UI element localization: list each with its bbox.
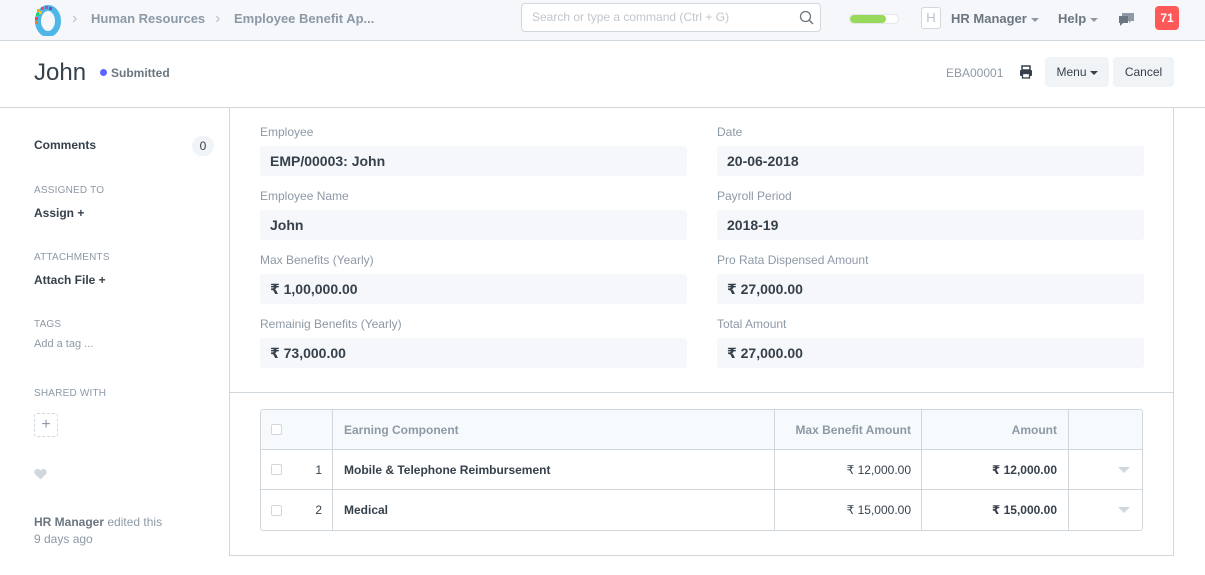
comments-label[interactable]: Comments [34, 138, 96, 152]
column-header-earning-component: Earning Component [333, 410, 775, 449]
max-benefit-cell[interactable]: ₹ 12,000.00 [775, 450, 922, 489]
last-edit-text: edited this [107, 515, 163, 529]
tags-heading: Tags [34, 319, 62, 330]
status-label: Submitted [111, 66, 170, 80]
chevron-down-icon [1090, 17, 1099, 22]
heart-icon[interactable] [34, 468, 47, 480]
chevron-down-icon [1030, 17, 1039, 22]
last-edit-info: HR Manager edited this 9 days ago [34, 514, 162, 548]
app-logo-icon[interactable] [31, 3, 61, 36]
select-all-checkbox[interactable] [271, 424, 282, 435]
print-icon[interactable] [1019, 65, 1033, 79]
setup-progress-bar[interactable] [849, 14, 899, 24]
breadcrumb-human-resources[interactable]: Human Resources [91, 11, 205, 26]
shared-with-heading: Shared With [34, 388, 107, 399]
form-panel: Employee EMP/00003: John Employee Name J… [229, 108, 1174, 556]
table-header-row: Earning Component Max Benefit Amount Amo… [261, 410, 1142, 450]
menu-button[interactable]: Menu [1045, 57, 1109, 87]
earning-component-cell[interactable]: Medical [333, 490, 775, 530]
column-header-actions [1069, 410, 1142, 449]
breadcrumb-separator-icon: › [72, 10, 78, 27]
max-benefit-cell[interactable]: ₹ 15,000.00 [775, 490, 922, 530]
cancel-button[interactable]: Cancel [1113, 57, 1174, 87]
assign-link[interactable]: Assign + [34, 206, 84, 220]
document-name: EBA00001 [946, 66, 1004, 80]
page-title: John [34, 59, 87, 86]
total-amount-field[interactable]: ₹ 27,000.00 [717, 338, 1144, 368]
payroll-period-field[interactable]: 2018-19 [717, 210, 1144, 240]
status-dot-icon [100, 69, 107, 76]
attachments-heading: Attachments [34, 252, 110, 263]
user-menu-dropdown[interactable]: HR Manager [951, 11, 1039, 26]
breadcrumb-employee-benefit-application[interactable]: Employee Benefit Ap... [234, 11, 374, 26]
breadcrumb-separator-icon: › [215, 10, 221, 27]
search-icon[interactable] [798, 9, 816, 27]
table-row[interactable]: 1 Mobile & Telephone Reimbursement ₹ 12,… [261, 450, 1142, 490]
user-menu-label: HR Manager [951, 11, 1027, 26]
navbar: › Human Resources › Employee Benefit Ap.… [0, 0, 1205, 41]
last-edit-user[interactable]: HR Manager [34, 515, 104, 529]
search-box[interactable] [521, 3, 821, 32]
status-indicator: Submitted [100, 66, 170, 80]
pro-rata-label: Pro Rata Dispensed Amount [717, 253, 869, 267]
max-benefits-field[interactable]: ₹ 1,00,000.00 [260, 274, 687, 304]
pro-rata-field[interactable]: ₹ 27,000.00 [717, 274, 1144, 304]
table-row[interactable]: 2 Medical ₹ 15,000.00 ₹ 15,000.00 [261, 490, 1142, 530]
add-share-button[interactable]: + [34, 413, 58, 437]
assigned-to-heading: Assigned To [34, 185, 105, 196]
employee-label: Employee [260, 125, 314, 139]
amount-cell[interactable]: ₹ 15,000.00 [922, 490, 1069, 530]
employee-field[interactable]: EMP/00003: John [260, 146, 687, 176]
row-number: 2 [315, 503, 322, 517]
help-menu-label: Help [1058, 11, 1087, 26]
remaining-benefits-field[interactable]: ₹ 73,000.00 [260, 338, 687, 368]
last-edit-time: 9 days ago [34, 532, 93, 546]
column-header-max-benefit-amount: Max Benefit Amount [775, 410, 922, 449]
row-number: 1 [315, 462, 322, 477]
payroll-period-label: Payroll Period [717, 189, 792, 203]
select-all-cell [261, 410, 333, 449]
remaining-benefits-label: Remainig Benefits (Yearly) [260, 317, 402, 331]
page-head: John Submitted EBA00001 Menu Cancel [0, 41, 1205, 108]
add-tag-input[interactable]: Add a tag ... [34, 338, 93, 350]
attach-file-link[interactable]: Attach File + [34, 273, 106, 287]
search-input[interactable] [532, 10, 792, 24]
amount-cell[interactable]: ₹ 12,000.00 [922, 450, 1069, 489]
max-benefits-label: Max Benefits (Yearly) [260, 253, 374, 267]
notification-badge[interactable]: 71 [1155, 6, 1179, 30]
row-expand-icon[interactable] [1118, 466, 1130, 473]
row-expand-icon[interactable] [1118, 507, 1130, 513]
row-actions-cell [1069, 490, 1142, 530]
earning-components-table: Earning Component Max Benefit Amount Amo… [260, 409, 1143, 531]
employee-name-field[interactable]: John [260, 210, 687, 240]
date-field[interactable]: 20-06-2018 [717, 146, 1144, 176]
chat-icon[interactable] [1118, 11, 1135, 26]
row-checkbox[interactable] [271, 464, 282, 475]
row-index-cell: 2 [261, 490, 333, 530]
row-checkbox[interactable] [271, 504, 282, 516]
menu-button-label: Menu [1056, 65, 1087, 79]
date-label: Date [717, 125, 743, 139]
form-fields-section: Employee EMP/00003: John Employee Name J… [230, 108, 1173, 393]
row-index-cell: 1 [261, 450, 333, 489]
employee-name-label: Employee Name [260, 189, 349, 203]
help-menu-dropdown[interactable]: Help [1058, 11, 1099, 26]
chevron-down-icon [1089, 70, 1098, 75]
earning-component-cell[interactable]: Mobile & Telephone Reimbursement [333, 450, 775, 489]
row-actions-cell [1069, 450, 1142, 489]
setup-progress-fill [850, 15, 886, 23]
column-header-amount: Amount [922, 410, 1069, 449]
comments-count-badge: 0 [192, 136, 214, 156]
user-avatar[interactable]: H [921, 7, 941, 29]
total-amount-label: Total Amount [717, 317, 787, 331]
